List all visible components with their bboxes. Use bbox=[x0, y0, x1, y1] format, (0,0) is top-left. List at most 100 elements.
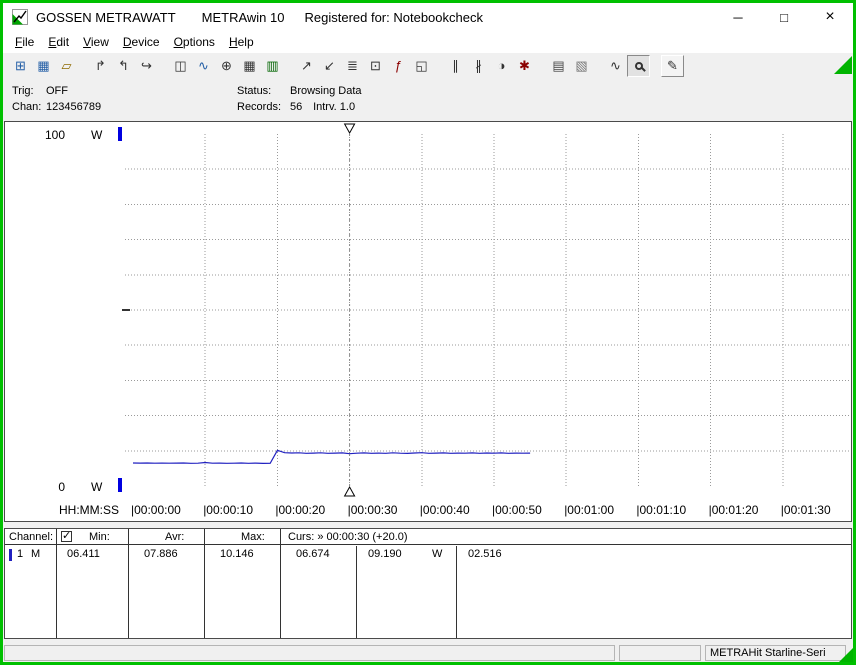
interval-label: Intrv. bbox=[313, 101, 337, 113]
column-divider bbox=[56, 529, 57, 638]
multimeter-view-button[interactable]: ◫ bbox=[169, 55, 192, 77]
title-app-name: METRAwin 10 bbox=[201, 9, 285, 25]
x-tick-label: |00:01:20 bbox=[709, 503, 759, 517]
menu-bar: File Edit View Device Options Help bbox=[3, 31, 853, 53]
menu-options[interactable]: Options bbox=[167, 32, 222, 52]
column-divider bbox=[456, 546, 457, 638]
chart-panel[interactable]: 100 W 0 W HH:MM:SS |00:00:00 |00:00:10 |00:00:2… bbox=[4, 121, 852, 522]
trend-chart: 100 W 0 W HH:MM:SS |00:00:00 |00:00:10 |00:00:2… bbox=[45, 123, 850, 517]
import-data-button[interactable]: ↰ bbox=[112, 55, 135, 77]
cell-max: 10.146 bbox=[220, 548, 254, 560]
event-marker-button[interactable]: ✱ bbox=[513, 55, 536, 77]
zoom-signal-button[interactable]: ∿ bbox=[604, 55, 627, 77]
trig-value: OFF bbox=[46, 85, 68, 97]
device-monitor-icon: ⊡ bbox=[370, 57, 381, 73]
scope-view-button[interactable]: ⊕ bbox=[215, 55, 238, 77]
x-tick-label: |00:00:20 bbox=[275, 503, 325, 517]
title-bar: GOSSEN METRAWATT METRAwin 10 Registered … bbox=[3, 3, 853, 31]
x-tick-label: |00:01:00 bbox=[564, 503, 614, 517]
window-controls: ─ □ × bbox=[715, 3, 853, 31]
cursor-right-icon: ∦ bbox=[475, 57, 482, 73]
cell-cursor-b: 09.190 bbox=[368, 548, 402, 560]
open-file-icon: ▱ bbox=[61, 57, 72, 73]
menu-help[interactable]: Help bbox=[222, 32, 261, 52]
resize-grip[interactable] bbox=[838, 648, 853, 662]
status-bar: METRAHit Starline-Seri bbox=[3, 644, 853, 662]
statusbar-mid-area bbox=[619, 645, 701, 661]
bargraph-view-button[interactable]: ▥ bbox=[261, 55, 284, 77]
graph-import-icon: ↙ bbox=[324, 57, 335, 73]
title-registered: Registered for: Notebookcheck bbox=[304, 9, 483, 25]
cell-cursor-b-unit: W bbox=[432, 548, 443, 560]
x-tick-label: |00:00:30 bbox=[348, 503, 398, 517]
function-display-button[interactable]: ƒ bbox=[387, 55, 410, 77]
transfer-data-icon: ↪ bbox=[141, 57, 152, 73]
cell-channel: 1 bbox=[17, 548, 24, 560]
minimize-button[interactable]: ─ bbox=[715, 3, 761, 31]
interval-value: 1.0 bbox=[339, 101, 356, 113]
cursor-handle-bottom[interactable] bbox=[343, 485, 356, 497]
y-unit-top: W bbox=[91, 128, 103, 142]
print-preview-button[interactable]: ▧ bbox=[570, 55, 593, 77]
channel-visibility-checkbox[interactable] bbox=[61, 529, 72, 542]
app-icon bbox=[12, 9, 28, 25]
x-tick-label: |00:00:10 bbox=[203, 503, 253, 517]
graph-export-button[interactable]: ↗ bbox=[295, 55, 318, 77]
statusbar-message-area bbox=[4, 645, 615, 661]
trend-view-button[interactable]: ∿ bbox=[192, 55, 215, 77]
cell-cursor-delta: 02.516 bbox=[468, 548, 502, 560]
zoom-signal-icon: ∿ bbox=[610, 57, 621, 73]
time-range-button[interactable]: ◑ bbox=[490, 55, 513, 77]
cursor-handle-top[interactable] bbox=[343, 123, 356, 135]
cursor-left-button[interactable]: ∥ bbox=[444, 55, 467, 77]
export-file-button[interactable]: ⊞ bbox=[9, 55, 32, 77]
device-monitor-button[interactable]: ⊡ bbox=[364, 55, 387, 77]
col-cursor-label: Curs: » 00:00:30 (+20.0) bbox=[288, 531, 408, 543]
bargraph-view-icon: ▥ bbox=[266, 57, 279, 73]
menu-edit[interactable]: Edit bbox=[41, 32, 76, 52]
y-min-label: 0 bbox=[58, 480, 65, 494]
close-button[interactable]: × bbox=[807, 3, 853, 31]
scope-view-icon: ⊕ bbox=[221, 57, 232, 73]
graph-import-button[interactable]: ↙ bbox=[318, 55, 341, 77]
status-value: Browsing Data bbox=[290, 85, 362, 97]
print-preview-icon: ▧ bbox=[575, 57, 588, 73]
cursor-right-button[interactable]: ∦ bbox=[467, 55, 490, 77]
column-divider bbox=[204, 529, 205, 638]
col-max-label: Max: bbox=[241, 531, 265, 543]
col-min-label: Min: bbox=[89, 531, 110, 543]
app-status: Status: Browsing Data bbox=[237, 85, 362, 97]
chan-value: 123456789 bbox=[46, 101, 102, 113]
channel-color-marker bbox=[9, 549, 12, 561]
zoom-icon bbox=[634, 61, 643, 70]
data-logger-icon: ≣ bbox=[347, 57, 358, 73]
menu-device[interactable]: Device bbox=[116, 32, 167, 52]
toolbar-grip-icon[interactable] bbox=[834, 56, 852, 74]
menu-view[interactable]: View bbox=[76, 32, 116, 52]
table-header: Channel: Min: Avr: Max: Curs: » 00:00:30… bbox=[5, 529, 851, 545]
x-tick-label: |00:01:10 bbox=[636, 503, 686, 517]
live-display-button[interactable]: ◱ bbox=[410, 55, 433, 77]
col-avr-label: Avr: bbox=[165, 531, 185, 543]
export-file-icon: ⊞ bbox=[15, 57, 26, 73]
records-status: Records: 56 Intrv. 1.0 bbox=[237, 101, 355, 113]
annotation-button[interactable]: ✎ bbox=[661, 54, 684, 77]
table-view-button[interactable]: ▦ bbox=[238, 55, 261, 77]
open-file-button[interactable]: ▱ bbox=[55, 55, 78, 77]
menu-file[interactable]: File bbox=[8, 32, 41, 52]
cell-avr: 07.886 bbox=[144, 548, 178, 560]
zoom-button[interactable] bbox=[627, 54, 650, 77]
function-display-icon: ƒ bbox=[394, 58, 403, 73]
column-divider bbox=[128, 529, 129, 638]
cell-mode: M bbox=[31, 548, 41, 560]
print-button[interactable]: ▤ bbox=[547, 55, 570, 77]
x-tick-label: |00:00:00 bbox=[131, 503, 181, 517]
y-unit-bottom: W bbox=[91, 480, 103, 494]
export-data-button[interactable]: ↱ bbox=[89, 55, 112, 77]
data-logger-button[interactable]: ≣ bbox=[341, 55, 364, 77]
x-axis-label: HH:MM:SS bbox=[59, 503, 119, 517]
maximize-button[interactable]: □ bbox=[761, 3, 807, 31]
save-file-button[interactable]: ▦ bbox=[32, 55, 55, 77]
channel-status: Chan: 123456789 bbox=[12, 101, 101, 113]
transfer-data-button[interactable]: ↪ bbox=[135, 55, 158, 77]
